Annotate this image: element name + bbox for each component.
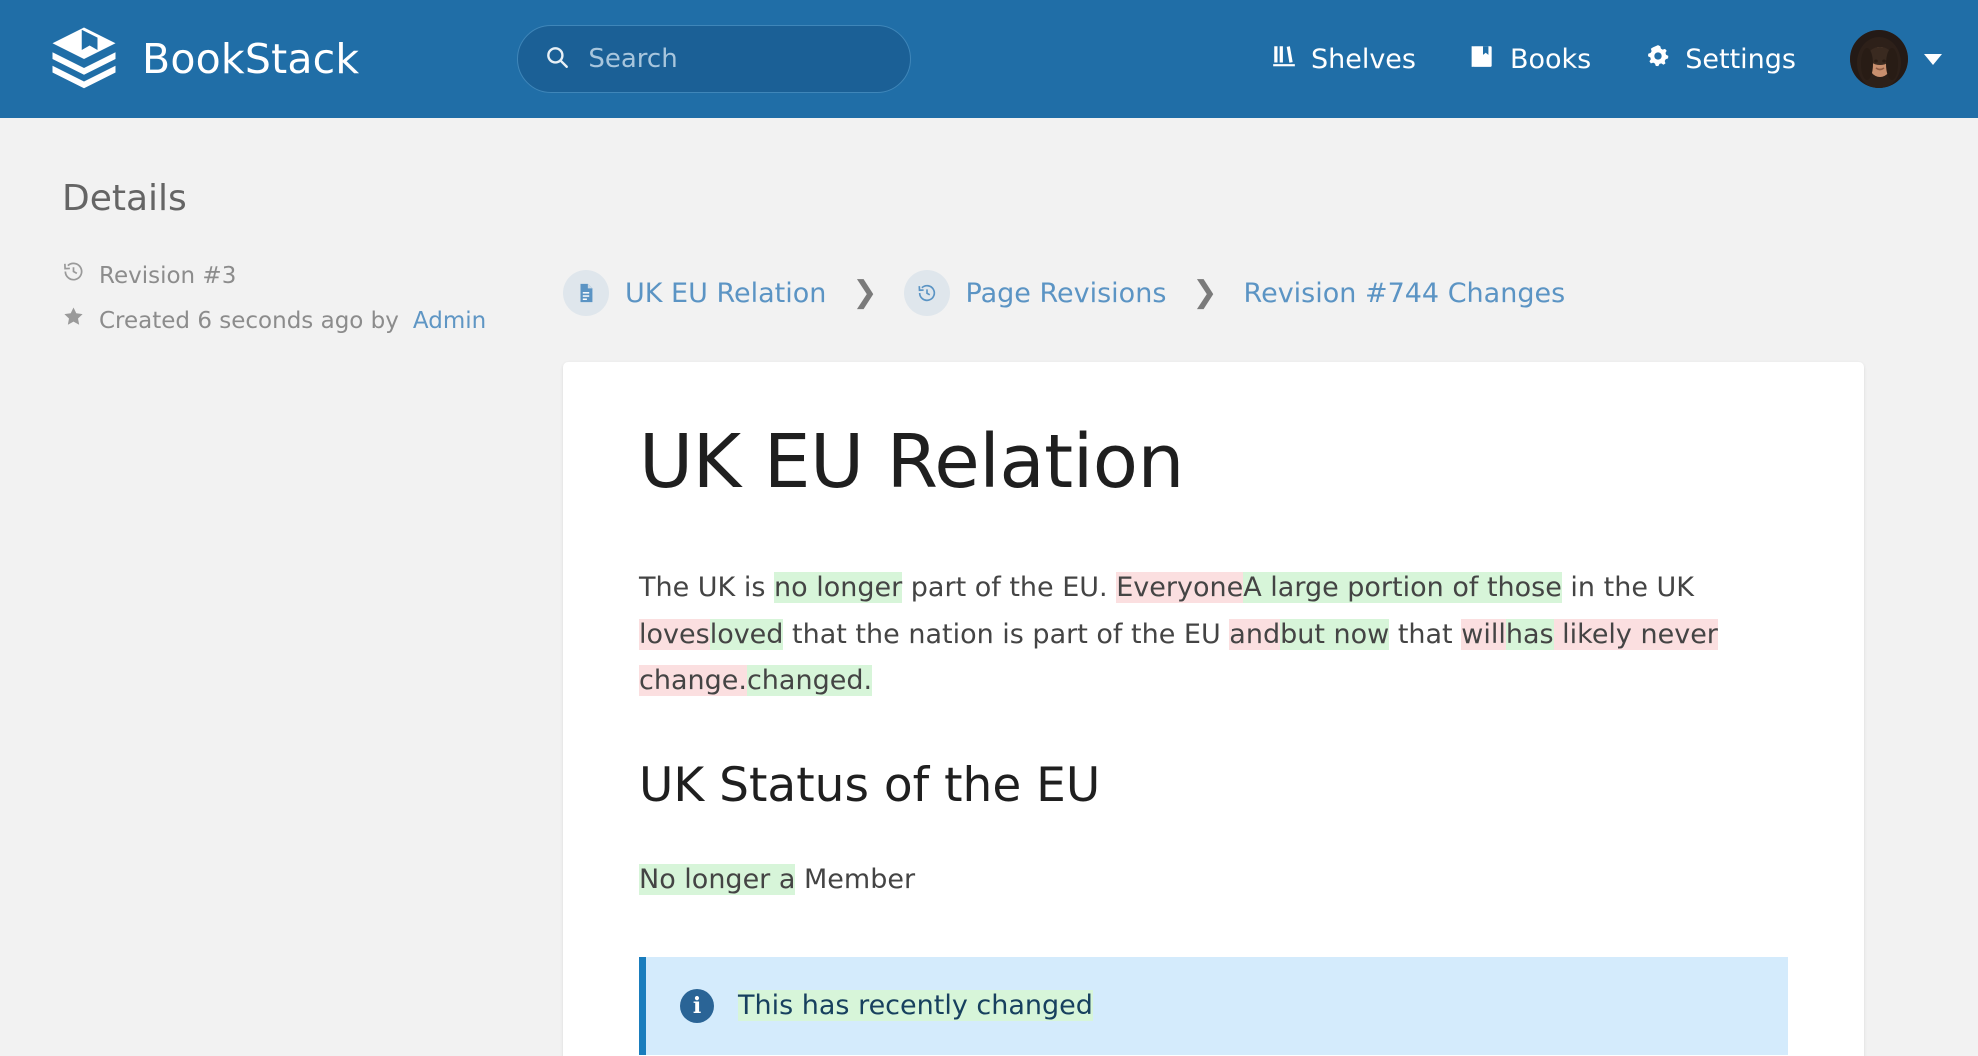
page-icon xyxy=(563,270,609,316)
page-body: Details Revision #3 Created 6 seconds ag… xyxy=(0,118,1978,1056)
diff-segment-insert: no longer xyxy=(774,572,903,604)
book-stack-logo-icon xyxy=(48,23,120,95)
detail-created-author-link[interactable]: Admin xyxy=(413,304,486,339)
diff-segment-delete: Everyone xyxy=(1116,572,1244,604)
callout-text: This has recently changed xyxy=(738,987,1093,1025)
search-box[interactable] xyxy=(517,25,912,93)
breadcrumb-item-page[interactable]: UK EU Relation xyxy=(563,270,826,316)
info-icon: i xyxy=(680,989,714,1024)
detail-revision: Revision #3 xyxy=(62,259,563,294)
diff-segment: The UK is xyxy=(639,572,774,604)
nav-label-shelves: Shelves xyxy=(1310,43,1416,75)
breadcrumb-item-changes[interactable]: Revision #744 Changes xyxy=(1244,278,1566,309)
detail-created-text: Created 6 seconds ago by xyxy=(99,307,399,334)
brand-home-link[interactable]: BookStack xyxy=(48,23,359,95)
revision-content-card: UK EU Relation The UK is no longer part … xyxy=(563,362,1864,1056)
breadcrumb: UK EU Relation ❯ Page Revisions ❯ Revisi… xyxy=(563,118,1864,316)
diff-segment: that xyxy=(1389,618,1462,650)
diff-segment-delete: loves xyxy=(639,618,710,650)
shelves-icon xyxy=(1271,43,1297,76)
user-avatar[interactable] xyxy=(1850,30,1908,88)
nav-label-settings: Settings xyxy=(1685,43,1796,75)
content-column: UK EU Relation ❯ Page Revisions ❯ Revisi… xyxy=(563,118,1978,1056)
diff-segment: in the UK xyxy=(1561,572,1694,604)
app-header: BookStack Shelves xyxy=(0,0,1978,118)
diff-segment: Member xyxy=(795,863,916,895)
status-line: No longer a Member xyxy=(639,857,1788,903)
diff-segment-insert: changed. xyxy=(746,665,873,697)
details-sidebar: Details Revision #3 Created 6 seconds ag… xyxy=(0,118,563,348)
header-nav: Shelves Books Settings xyxy=(1271,43,1802,76)
section-title: UK Status of the EU xyxy=(639,757,1101,813)
brand-name: BookStack xyxy=(142,35,360,83)
nav-link-settings[interactable]: Settings xyxy=(1645,43,1796,76)
breadcrumb-label-page: UK EU Relation xyxy=(625,277,827,309)
diff-segment-insert: but now xyxy=(1280,618,1390,650)
breadcrumb-separator-2: ❯ xyxy=(1192,275,1218,310)
diff-segment-insert: No longer a xyxy=(639,863,796,895)
diff-segment-insert: A large portion of those xyxy=(1243,572,1562,604)
gear-icon xyxy=(1645,43,1671,76)
breadcrumb-item-revisions[interactable]: Page Revisions xyxy=(903,270,1167,316)
diff-segment-insert: has xyxy=(1505,618,1554,650)
nav-link-books[interactable]: Books xyxy=(1470,43,1591,76)
diff-segment-delete: and xyxy=(1229,618,1281,650)
diff-segment-insert: This has recently changed xyxy=(738,990,1093,1022)
user-menu[interactable] xyxy=(1850,30,1942,88)
diff-segment-insert: loved xyxy=(709,618,784,650)
detail-revision-text: Revision #3 xyxy=(99,263,237,289)
search-icon xyxy=(544,44,570,74)
history-icon xyxy=(62,259,85,294)
diff-paragraph: The UK is no longer part of the EU. Ever… xyxy=(639,565,1788,704)
page-title: UK EU Relation xyxy=(639,419,1184,505)
info-callout: i This has recently changed xyxy=(639,957,1788,1055)
diff-segment-delete: will xyxy=(1461,618,1506,650)
sidebar-title: Details xyxy=(62,178,187,219)
book-icon xyxy=(1470,43,1496,76)
diff-segment: part of the EU. xyxy=(902,572,1117,604)
detail-created: Created 6 seconds ago by Admin xyxy=(62,304,563,339)
breadcrumb-separator-1: ❯ xyxy=(852,275,878,310)
breadcrumb-label-changes: Revision #744 Changes xyxy=(1243,277,1566,309)
star-icon xyxy=(62,304,85,339)
search-input[interactable] xyxy=(588,44,885,74)
breadcrumb-label-revisions: Page Revisions xyxy=(965,277,1167,309)
diff-segment: that the nation is part of the EU xyxy=(783,618,1230,650)
history-icon xyxy=(903,270,950,316)
chevron-down-icon[interactable] xyxy=(1924,53,1942,65)
nav-label-books: Books xyxy=(1509,43,1592,75)
nav-link-shelves[interactable]: Shelves xyxy=(1271,43,1416,76)
